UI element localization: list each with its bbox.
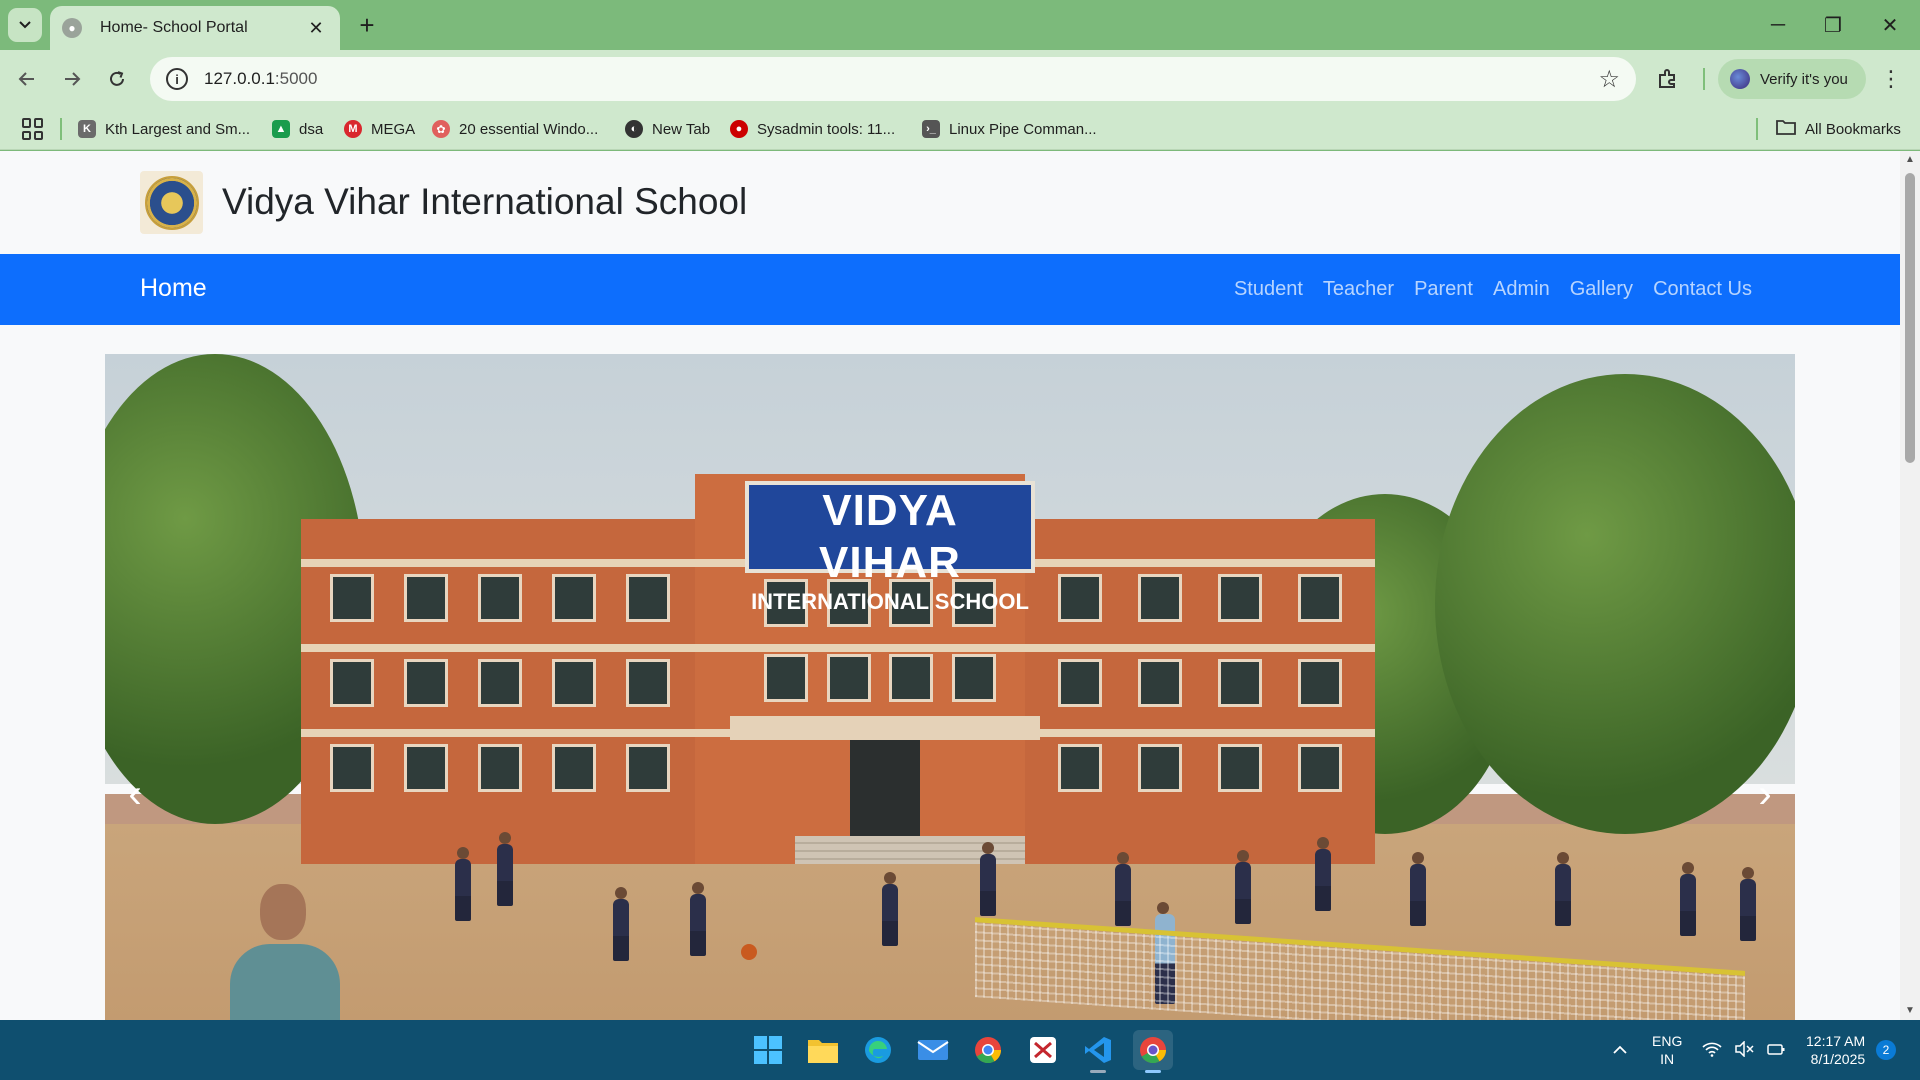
carousel-next-icon[interactable]: ›	[1735, 764, 1795, 824]
nav-links: Student Teacher Parent Admin Gallery Con…	[1234, 278, 1752, 301]
chevron-up-icon	[1613, 1045, 1627, 1054]
windows-taskbar: ENG IN 12:17 AM 8/1/2025 2	[0, 1020, 1920, 1080]
bookmark-item[interactable]: M MEGA	[344, 116, 415, 142]
site-header: Vidya Vihar International School	[0, 151, 1900, 254]
school-sign: VIDYA VIHAR INTERNATIONAL SCHOOL	[745, 481, 1035, 614]
site-info-icon[interactable]: i	[166, 68, 188, 90]
reload-icon	[110, 71, 124, 86]
bookmark-item[interactable]: K Kth Largest and Sm...	[78, 116, 250, 142]
chrome-icon[interactable]	[968, 1030, 1008, 1070]
tab-strip: ● Home- School Portal ✕ + ─ ❐ ✕	[0, 0, 1920, 50]
close-window-button[interactable]: ✕	[1870, 10, 1910, 40]
school-logo[interactable]	[140, 171, 203, 234]
bookmark-item[interactable]: ◐ New Tab	[625, 116, 710, 142]
bookmark-star-icon[interactable]: ☆	[1598, 65, 1620, 94]
edge-icon[interactable]	[858, 1030, 898, 1070]
nav-link-admin[interactable]: Admin	[1493, 278, 1550, 301]
ball	[741, 944, 757, 960]
scroll-up-icon[interactable]: ▲	[1905, 155, 1915, 165]
bookmark-item[interactable]: ● Sysadmin tools: 11...	[730, 116, 895, 142]
windows-start-icon[interactable]	[748, 1030, 788, 1070]
student-foreground	[230, 884, 340, 1020]
nav-link-teacher[interactable]: Teacher	[1323, 278, 1394, 301]
main-navbar: Home Student Teacher Parent Admin Galler…	[0, 254, 1900, 325]
clock-time: 12:17 AM	[1806, 1033, 1866, 1049]
reload-button[interactable]	[100, 62, 134, 96]
all-bookmarks-button[interactable]: All Bookmarks	[1776, 116, 1901, 142]
redhat-icon: ●	[730, 120, 748, 138]
kth-icon: K	[78, 120, 96, 138]
wifi-icon	[1702, 1041, 1722, 1060]
bookmarks-divider	[60, 118, 62, 140]
scrollbar-thumb[interactable]	[1905, 173, 1915, 463]
page-scrollbar[interactable]: ▲ ▼	[1900, 151, 1920, 1020]
profile-verify-button[interactable]: Verify it's you	[1718, 59, 1866, 99]
site-title: Vidya Vihar International School	[222, 181, 748, 222]
drive-icon: ▲	[272, 120, 290, 138]
language-indicator[interactable]: ENG IN	[1652, 1020, 1682, 1080]
notification-center[interactable]: 2	[1876, 1020, 1896, 1080]
nav-link-gallery[interactable]: Gallery	[1570, 278, 1633, 301]
linux-icon: ›_	[922, 120, 940, 138]
browser-tab[interactable]: ● Home- School Portal ✕	[50, 6, 340, 50]
battery-icon	[1766, 1041, 1786, 1060]
apps-grid-icon[interactable]	[22, 118, 44, 140]
notification-badge: 2	[1876, 1040, 1896, 1060]
close-tab-icon[interactable]: ✕	[304, 18, 328, 39]
url-text[interactable]: 127.0.0.1:5000	[204, 69, 1598, 89]
web-page: Vidya Vihar International School Home St…	[0, 151, 1900, 1020]
toolbar-divider	[1703, 68, 1705, 90]
bookmark-item[interactable]: ›_ Linux Pipe Comman...	[922, 116, 1097, 142]
globe-icon: ◐	[625, 120, 643, 138]
back-button[interactable]	[10, 62, 44, 96]
bookmark-item[interactable]: ✿ 20 essential Windo...	[432, 116, 598, 142]
volume-muted-icon	[1734, 1039, 1754, 1060]
forward-button[interactable]	[55, 62, 89, 96]
clock[interactable]: 12:17 AM 8/1/2025	[1806, 1020, 1865, 1080]
bookmark-item[interactable]: ▲ dsa	[272, 116, 323, 142]
red-app-icon[interactable]	[1023, 1030, 1063, 1070]
scroll-down-icon[interactable]: ▼	[1905, 1006, 1915, 1016]
windows-article-icon: ✿	[432, 120, 450, 138]
hero-carousel: VIDYA VIHAR INTERNATIONAL SCHOOL ‹ ›	[105, 354, 1795, 1020]
nav-link-parent[interactable]: Parent	[1414, 278, 1473, 301]
chrome-active-icon[interactable]	[1133, 1030, 1173, 1073]
minimize-button[interactable]: ─	[1758, 10, 1798, 40]
clock-date: 8/1/2025	[1810, 1051, 1866, 1067]
mail-icon[interactable]	[913, 1030, 953, 1070]
bookmarks-divider	[1756, 118, 1758, 140]
forward-arrow-icon	[65, 72, 81, 86]
carousel-prev-icon[interactable]: ‹	[105, 764, 165, 824]
nav-link-student[interactable]: Student	[1234, 278, 1303, 301]
browser-menu-icon[interactable]: ⋮	[1876, 64, 1906, 94]
address-bar[interactable]: i 127.0.0.1:5000 ☆	[150, 57, 1636, 101]
new-tab-button[interactable]: +	[352, 10, 382, 40]
profile-avatar	[1730, 69, 1750, 89]
extensions-icon[interactable]	[1652, 64, 1682, 94]
show-hidden-icons[interactable]	[1612, 1020, 1628, 1080]
nav-brand-home[interactable]: Home	[140, 274, 207, 303]
back-arrow-icon	[18, 72, 34, 86]
system-tray-icons[interactable]	[1702, 1020, 1786, 1080]
bookmarks-bar: K Kth Largest and Sm... ▲ dsa M MEGA ✿ 2…	[0, 108, 1920, 150]
tab-title: Home- School Portal	[100, 19, 248, 36]
chevron-down-icon	[19, 21, 31, 29]
restore-button[interactable]: ❐	[1813, 10, 1853, 40]
folder-icon	[1776, 119, 1796, 139]
mega-icon: M	[344, 120, 362, 138]
verify-label: Verify it's you	[1760, 70, 1848, 88]
browser-toolbar: i 127.0.0.1:5000 ☆ Verify it's you ⋮	[0, 50, 1920, 108]
nav-link-contact-us[interactable]: Contact Us	[1653, 278, 1752, 301]
file-explorer-icon[interactable]	[803, 1030, 843, 1070]
vscode-icon[interactable]	[1078, 1030, 1118, 1073]
tab-search-button[interactable]	[8, 8, 42, 42]
site-favicon-icon: ●	[62, 18, 82, 38]
